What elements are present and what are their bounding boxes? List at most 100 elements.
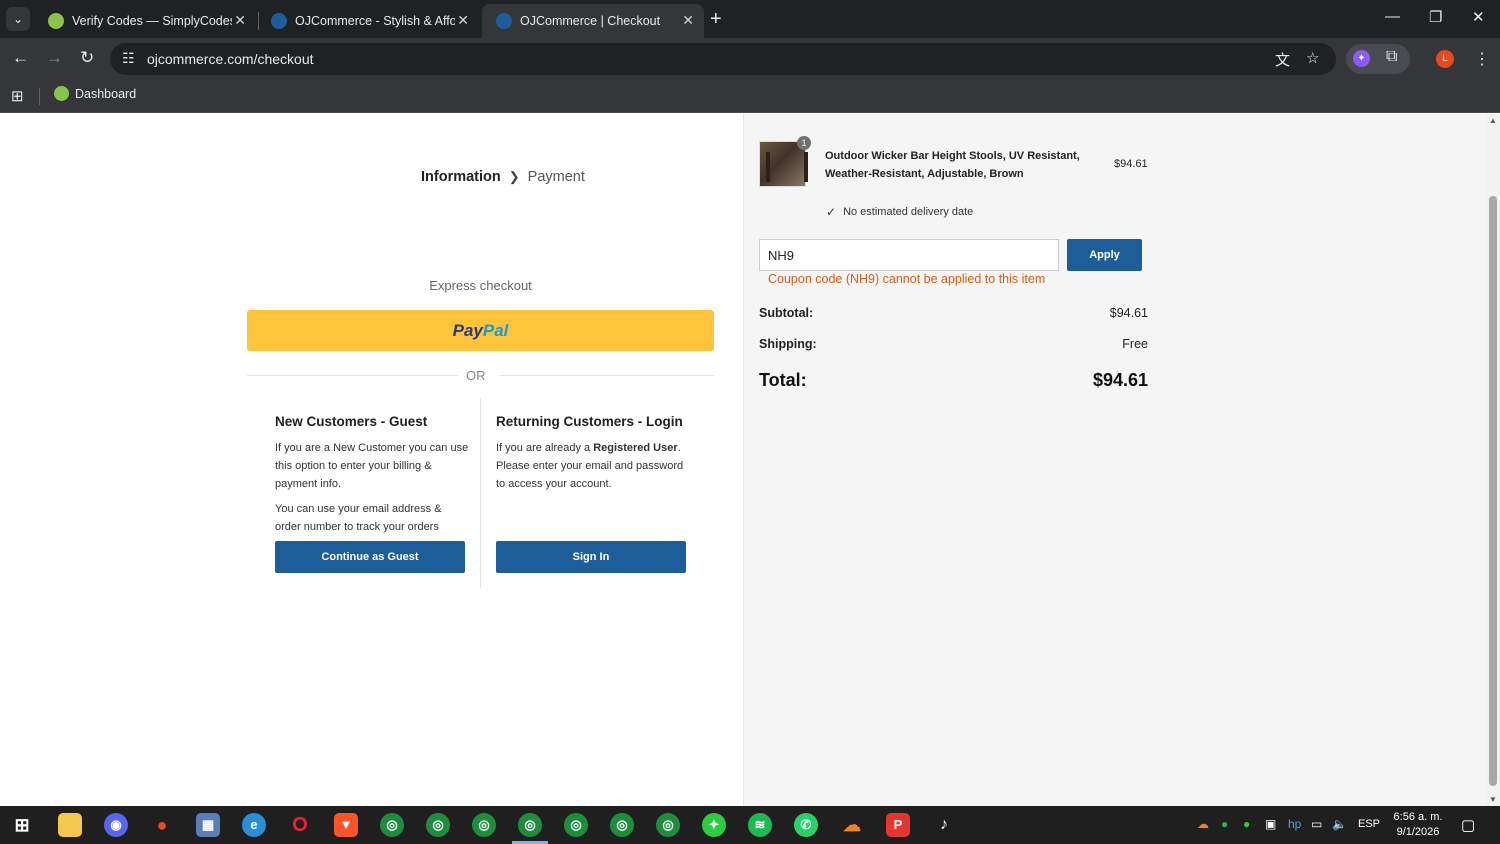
guest-tracking-note: You can use your email address & order n… <box>275 503 442 533</box>
sign-in-button[interactable]: Sign In <box>496 541 686 573</box>
green-app-icon[interactable]: ✦ <box>702 813 726 837</box>
tab-title: Verify Codes — SimplyCodes <box>72 14 232 28</box>
network-icon[interactable]: ▭ <box>1311 817 1322 831</box>
clock-time: 6:56 a. m. <box>1393 811 1443 823</box>
clock-date: 9/1/2026 <box>1396 826 1440 838</box>
edge-icon[interactable]: e <box>242 813 266 837</box>
checkout-page: Information ❯ Payment Express checkout P… <box>0 114 1486 806</box>
tab-ojcommerce-checkout[interactable]: OJCommerce | Checkout ✕ <box>482 4 704 38</box>
chevron-right-icon: ❯ <box>508 169 520 184</box>
scroll-up-icon[interactable]: ▲ <box>1489 116 1497 125</box>
chrome-profile-2-icon[interactable]: ◎ <box>426 813 450 837</box>
reload-icon[interactable]: ↻ <box>80 48 94 68</box>
forward-icon[interactable]: → <box>46 48 63 68</box>
tray-hp-icon[interactable]: hp <box>1288 817 1301 831</box>
scrollbar-thumb[interactable] <box>1489 196 1497 786</box>
shipping-label: Shipping: <box>759 337 817 351</box>
options-divider <box>480 398 481 588</box>
p-app-icon[interactable]: P <box>886 813 910 837</box>
tray-security-icon[interactable]: ▣ <box>1265 817 1276 831</box>
delivery-text: No estimated delivery date <box>843 206 974 218</box>
checkout-breadcrumb: Information ❯ Payment <box>421 169 585 185</box>
delivery-estimate: ✓ No estimated delivery date <box>826 205 973 219</box>
brave-icon[interactable]: ▼ <box>334 813 358 837</box>
guest-title: New Customers - Guest <box>275 414 428 429</box>
close-tab-icon[interactable]: ✕ <box>682 12 694 29</box>
chrome-profile-6-icon[interactable]: ◎ <box>656 813 680 837</box>
cloudflare-icon[interactable]: ☁ <box>840 813 864 837</box>
total-value: $94.61 <box>1092 370 1148 390</box>
url-text[interactable]: ojcommerce.com/checkout <box>147 51 314 67</box>
close-tab-icon[interactable]: ✕ <box>457 12 469 29</box>
opera-icon[interactable]: O <box>288 813 312 837</box>
tab-ojcommerce-home[interactable]: OJCommerce - Stylish & Afford ✕ <box>257 4 479 38</box>
browser-tab-strip: ⌄ Verify Codes — SimplyCodes ✕ OJCommerc… <box>0 0 1500 38</box>
order-summary: 1 Outdoor Wicker Bar Height Stools, UV R… <box>743 114 1486 806</box>
tiktok-icon[interactable]: ♪ <box>932 813 956 837</box>
close-tab-icon[interactable]: ✕ <box>234 12 246 29</box>
minimize-icon[interactable]: — <box>1385 8 1400 25</box>
continue-as-guest-button[interactable]: Continue as Guest <box>275 541 465 573</box>
subtotal-value: $94.61 <box>1109 306 1148 320</box>
file-explorer-icon[interactable] <box>58 813 82 837</box>
apps-grid-icon[interactable]: ⊞ <box>11 87 24 105</box>
paypal-button[interactable]: PayPal <box>247 310 714 351</box>
calculator-icon[interactable]: ▦ <box>196 813 220 837</box>
tab-search-button[interactable]: ⌄ <box>6 7 30 31</box>
bookmarks-divider <box>39 88 40 105</box>
tab-title: OJCommerce - Stylish & Afford <box>295 14 455 28</box>
address-bar[interactable]: ☷ ojcommerce.com/checkout 文 ☆ <box>110 43 1336 75</box>
browser-menu-icon[interactable]: ⋮ <box>1474 49 1490 69</box>
bookmark-dashboard[interactable]: Dashboard <box>54 86 136 101</box>
chrome-profile-5-icon[interactable]: ◎ <box>610 813 634 837</box>
restore-icon[interactable]: ❐ <box>1429 8 1442 26</box>
clock[interactable]: 6:56 a. m. 9/1/2026 <box>1392 810 1444 840</box>
or-label: OR <box>466 368 486 383</box>
back-icon[interactable]: ← <box>12 48 29 68</box>
discord-icon[interactable]: ◉ <box>104 813 128 837</box>
volume-icon[interactable]: 🔈 <box>1332 817 1347 831</box>
language-indicator[interactable]: ESP <box>1358 818 1380 830</box>
scroll-down-icon[interactable]: ▼ <box>1489 795 1497 804</box>
coupon-error-message: Coupon code (NH9) cannot be applied to t… <box>768 272 1046 286</box>
product-price: $94.61 <box>1114 158 1148 170</box>
browser-toolbar: ← → ↻ ☷ ojcommerce.com/checkout 文 ☆ ✦ ⧉ <box>0 38 1500 80</box>
step-payment: Payment <box>527 169 585 185</box>
translate-icon[interactable]: 文 <box>1275 49 1290 70</box>
or-divider-left <box>247 375 458 376</box>
bookmarks-bar: ⊞ Dashboard <box>0 80 1500 113</box>
chrome-active-icon[interactable]: ◎ <box>518 813 542 837</box>
extension-ai-icon[interactable]: ✦ <box>1353 50 1370 67</box>
step-information[interactable]: Information <box>421 169 501 185</box>
ojcommerce-favicon-icon <box>271 13 287 29</box>
coupon-code-input[interactable] <box>759 239 1059 271</box>
chrome-profile-1-icon[interactable]: ◎ <box>380 813 404 837</box>
paypal-logo-part2: Pal <box>482 321 509 340</box>
page-scrollbar[interactable]: ▲ ▼ <box>1486 114 1500 806</box>
new-tab-icon[interactable]: + <box>710 8 722 31</box>
apply-coupon-button[interactable]: Apply <box>1067 239 1142 271</box>
tab-simplycodes[interactable]: Verify Codes — SimplyCodes ✕ <box>34 4 256 38</box>
bookmark-label: Dashboard <box>75 86 137 101</box>
spotify-icon[interactable]: ≋ <box>748 813 772 837</box>
dashboard-favicon-icon <box>54 86 69 101</box>
tray-spotify-icon[interactable]: ● <box>1221 817 1228 831</box>
shipping-value: Free <box>1122 337 1148 351</box>
login-text-pre: If you are already a <box>496 442 594 454</box>
close-window-icon[interactable]: ✕ <box>1472 8 1485 26</box>
tray-cloudflare-icon[interactable]: ☁ <box>1197 817 1209 831</box>
site-info-icon[interactable]: ☷ <box>122 50 135 67</box>
chrome-profile-4-icon[interactable]: ◎ <box>564 813 588 837</box>
windows-taskbar: ⊞ ◉ ● ▦ e O ▼ ◎ ◎ ◎ ◎ ◎ ◎ ◎ ✦ ≋ ✆ ☁ P ♪ … <box>0 806 1500 844</box>
total-label: Total: <box>759 370 807 390</box>
extensions-puzzle-icon[interactable]: ⧉ <box>1386 48 1397 66</box>
login-description: If you are already a Registered User. Pl… <box>496 439 691 493</box>
notifications-icon[interactable]: ▢ <box>1461 816 1475 834</box>
chrome-profile-3-icon[interactable]: ◎ <box>472 813 496 837</box>
profile-avatar[interactable]: L <box>1436 50 1454 68</box>
tray-green-app-icon[interactable]: ● <box>1243 817 1250 831</box>
bookmark-star-icon[interactable]: ☆ <box>1306 49 1319 67</box>
whatsapp-icon[interactable]: ✆ <box>794 813 818 837</box>
microphone-icon[interactable]: ● <box>150 813 174 837</box>
start-icon[interactable]: ⊞ <box>10 813 34 837</box>
